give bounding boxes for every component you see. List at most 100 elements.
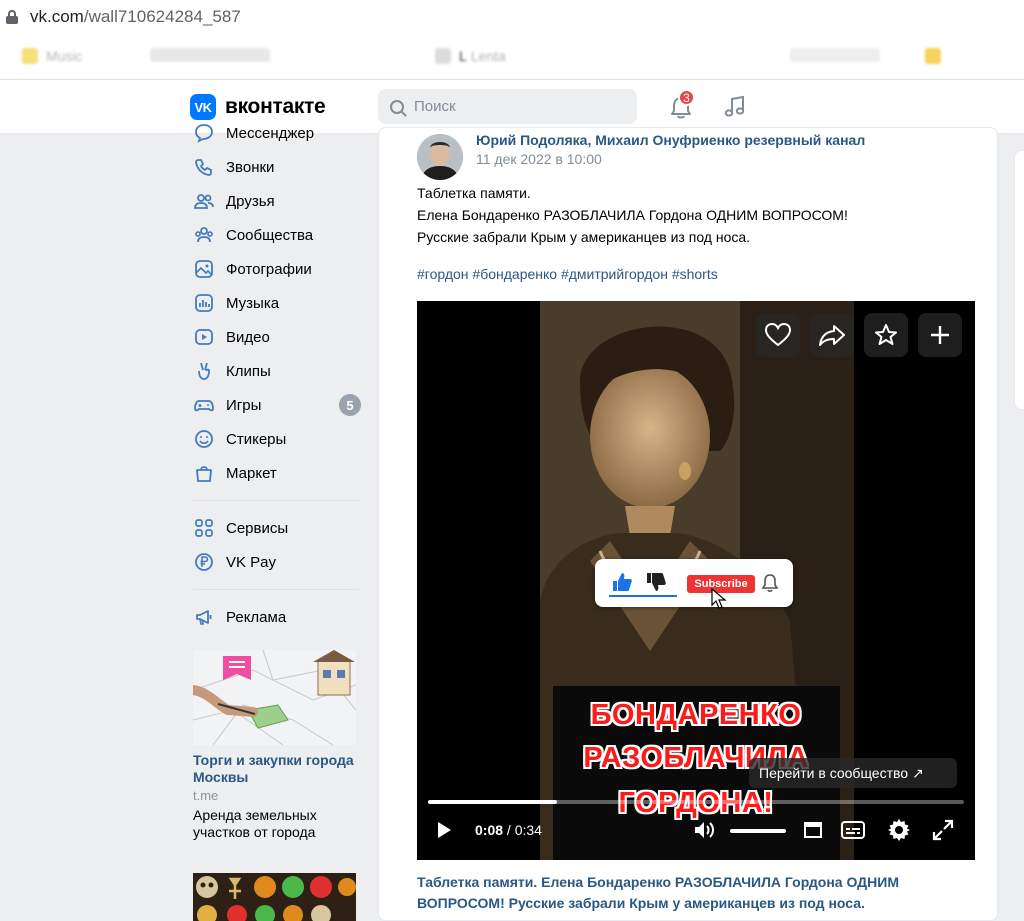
sidebar-item-calls[interactable]: Звонки — [193, 150, 361, 184]
video-progress-fill — [428, 800, 557, 804]
sidebar-item-photos[interactable]: Фотографии — [193, 252, 361, 286]
url-text[interactable]: vk.com/wall710624284_587 — [30, 7, 241, 27]
sidebar-item-messenger[interactable]: Мессенджер — [193, 116, 361, 150]
bell-outline-icon — [761, 574, 779, 592]
sidebar-item-vkpay[interactable]: VK Pay — [193, 545, 361, 579]
bookmark-item[interactable]: L Lenta — [435, 48, 506, 64]
photos-icon — [193, 258, 215, 280]
sidebar-item-music[interactable]: Музыка — [193, 286, 361, 320]
sidebar-item-market[interactable]: Маркет — [193, 456, 361, 490]
bookmark-item[interactable] — [925, 48, 949, 64]
video-time: 0:08 / 0:34 — [475, 822, 542, 838]
stickers-icon — [193, 428, 215, 450]
sidebar-item-clips[interactable]: Клипы — [193, 354, 361, 388]
post-author[interactable]: Юрий Подоляка, Михаил Онуфриенко резервн… — [476, 132, 865, 148]
subscribe-overlay: Subscribe — [595, 559, 793, 609]
video-player[interactable]: Subscribe БОНДАРЕНКО РАЗОБЛАЧИЛА ГОРДОНА… — [417, 301, 975, 860]
post-hashtags[interactable]: #гордон #бондаренко #дмитрийгордон #shor… — [417, 266, 718, 282]
services-icon — [193, 517, 215, 539]
ad-image[interactable] — [193, 650, 356, 745]
music-button[interactable] — [720, 92, 750, 122]
author-avatar[interactable] — [417, 134, 463, 180]
video-progress-bar[interactable] — [428, 800, 964, 804]
market-icon — [193, 462, 215, 484]
bookmark-item[interactable] — [150, 48, 270, 62]
ad-title[interactable]: Торги и закупки города Москвы — [193, 752, 363, 786]
bookmark-icon — [22, 48, 38, 64]
post-card: Юрий Подоляка, Михаил Онуфриенко резервн… — [378, 127, 998, 921]
volume-button[interactable] — [693, 818, 719, 842]
post-date[interactable]: 11 дек 2022 в 10:00 — [476, 151, 602, 167]
music-note-icon — [724, 95, 745, 117]
ad-description: Аренда земельных участков от города — [193, 807, 317, 840]
games-badge: 5 — [339, 394, 361, 416]
bookmark-item[interactable] — [790, 48, 880, 62]
settings-button[interactable] — [887, 818, 911, 842]
subtitles-icon — [841, 821, 865, 839]
sidebar-item-ads[interactable]: Реклама — [193, 600, 361, 634]
share-icon — [819, 325, 845, 346]
add-video-button[interactable] — [918, 313, 962, 357]
post-caption[interactable]: Таблетка памяти. Елена Бондаренко РАЗОБЛ… — [417, 872, 957, 914]
like-underline — [609, 595, 677, 597]
post-text-line: Елена Бондаренко РАЗОБЛАЧИЛА Гордона ОДН… — [417, 207, 848, 223]
menu-divider — [193, 500, 359, 501]
fullscreen-button[interactable] — [932, 818, 954, 842]
video-icon — [193, 326, 215, 348]
play-button[interactable] — [435, 818, 453, 842]
ad-domain: t.me — [193, 788, 219, 803]
search-input[interactable] — [414, 98, 614, 115]
lock-icon — [6, 10, 18, 24]
sidebar-item-stickers[interactable]: Стикеры — [193, 422, 361, 456]
volume-slider[interactable] — [730, 829, 786, 833]
time-total: 0:34 — [514, 822, 542, 838]
vkpay-icon — [193, 551, 215, 573]
play-icon — [438, 822, 451, 838]
share-video-button[interactable] — [810, 313, 854, 357]
cursor-icon — [711, 587, 727, 609]
megaphone-icon — [193, 606, 215, 628]
post-text-line: Таблетка памяти. — [417, 185, 531, 201]
communities-icon — [193, 224, 215, 246]
bookmarks-bar: Music L Lenta — [0, 34, 1024, 80]
sidebar-item-games[interactable]: Игры 5 — [193, 388, 361, 422]
window-icon — [804, 822, 822, 838]
friends-icon — [193, 190, 215, 212]
sidebar-item-friends[interactable]: Друзья — [193, 184, 361, 218]
volume-icon — [695, 822, 714, 838]
vk-header: VK вконтакте 3 — [0, 80, 1024, 134]
sidebar-item-communities[interactable]: Сообщества — [193, 218, 361, 252]
clips-icon — [193, 360, 215, 382]
browser-urlbar[interactable]: vk.com/wall710624284_587 — [0, 0, 1024, 34]
messenger-icon — [193, 122, 215, 144]
banner-line: БОНДАРЕНКО — [590, 699, 802, 731]
music-icon — [193, 292, 215, 314]
bookmark-icon — [435, 48, 451, 64]
post-text-line: Русские забрали Крым у американцев из по… — [417, 229, 751, 245]
game-ad-image[interactable] — [193, 873, 356, 921]
phone-icon — [193, 156, 215, 178]
notifications-badge: 3 — [678, 89, 695, 106]
miniplayer-button[interactable] — [803, 818, 823, 842]
menu-divider — [193, 589, 359, 590]
subtitles-button[interactable] — [841, 818, 865, 842]
folder-icon — [925, 48, 941, 64]
search-box[interactable] — [378, 89, 637, 124]
like-video-button[interactable] — [756, 313, 800, 357]
favorite-video-button[interactable] — [864, 313, 908, 357]
star-icon — [875, 324, 897, 345]
games-icon — [193, 394, 215, 416]
time-separator: / — [503, 822, 515, 838]
plus-icon — [931, 326, 949, 344]
heart-icon — [765, 323, 791, 347]
bookmark-item[interactable]: Music — [22, 48, 83, 64]
sidebar-item-video[interactable]: Видео — [193, 320, 361, 354]
right-side-widget — [1014, 150, 1024, 410]
fullscreen-icon — [932, 819, 954, 841]
sidebar-item-services[interactable]: Сервисы — [193, 511, 361, 545]
notifications-button[interactable]: 3 — [666, 89, 696, 122]
thumbs-down-icon — [647, 573, 666, 591]
gear-icon — [888, 819, 910, 841]
goto-community-button[interactable]: Перейти в сообщество ↗ — [749, 758, 957, 788]
time-current: 0:08 — [475, 822, 504, 838]
